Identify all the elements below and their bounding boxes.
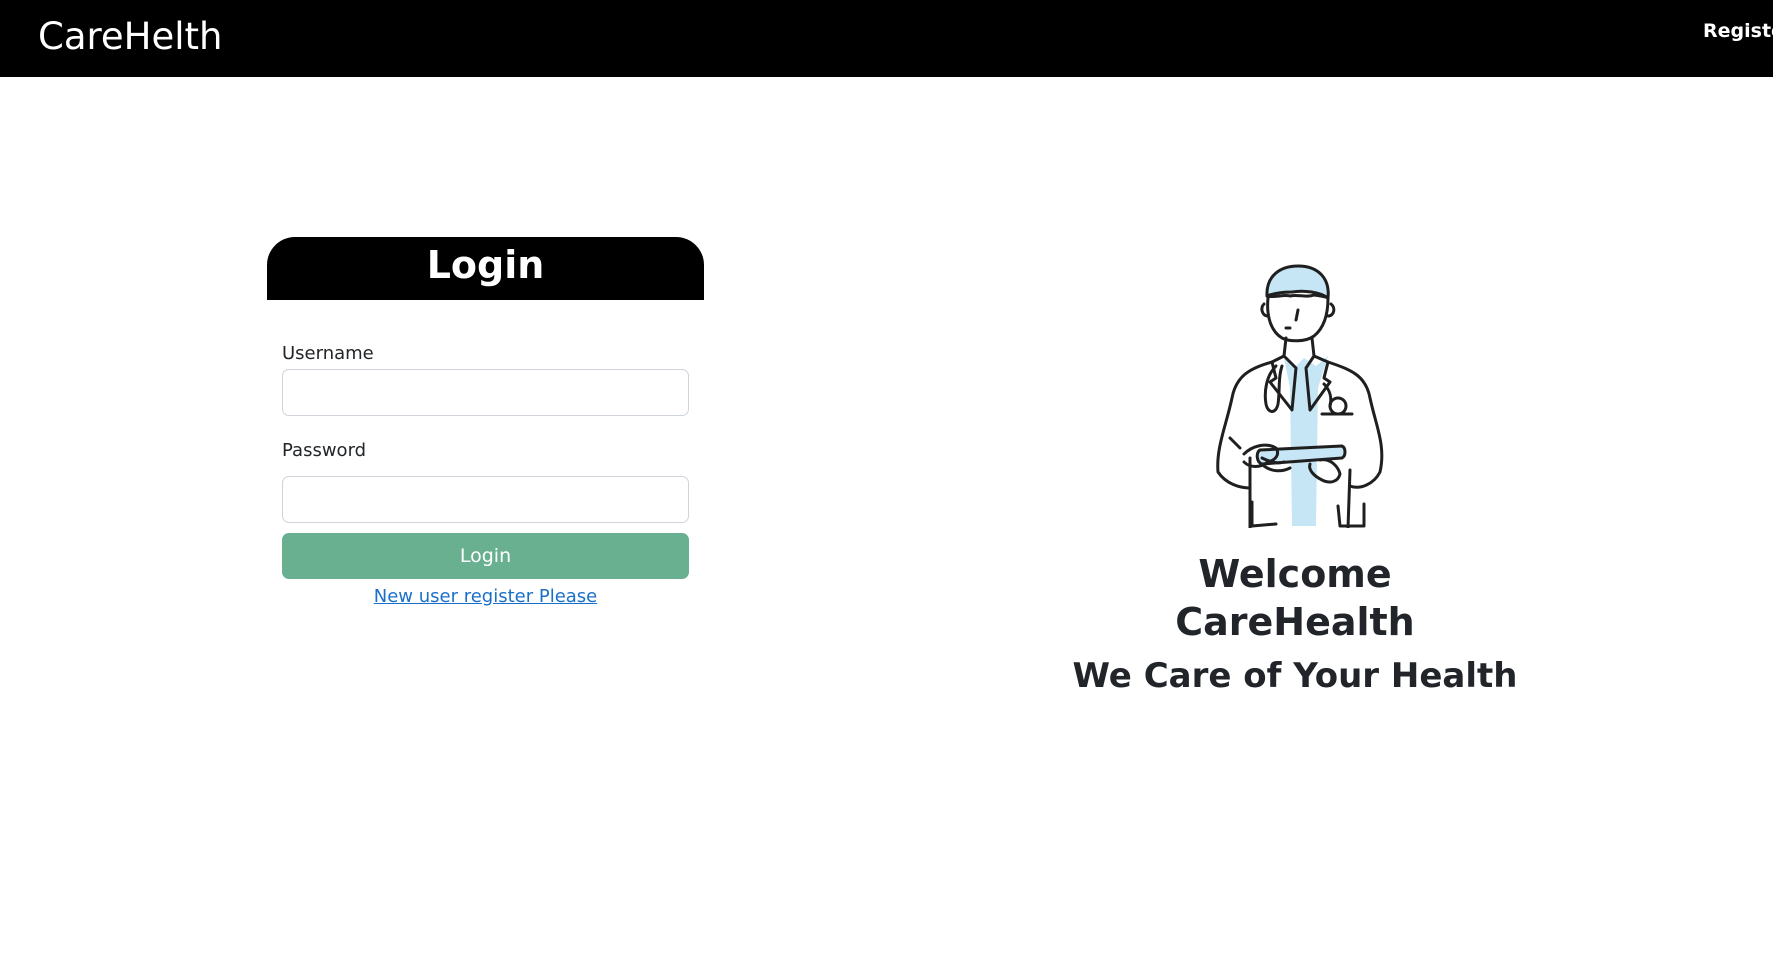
password-input[interactable] — [282, 476, 689, 523]
welcome-heading-line-2: CareHealth — [1175, 600, 1415, 644]
doctor-illustration — [1216, 264, 1384, 528]
tagline: We Care of Your Health — [1072, 656, 1518, 696]
top-navbar: CareHelth Register — [0, 0, 1773, 77]
login-button[interactable]: Login — [282, 533, 689, 579]
new-user-register-link[interactable]: New user register Please — [282, 585, 689, 609]
doctor-head — [1266, 296, 1330, 343]
username-label: Username — [282, 343, 374, 364]
username-input[interactable] — [282, 369, 689, 416]
surgical-cap — [1265, 264, 1330, 300]
brand-logo-text[interactable]: CareHelth — [38, 14, 223, 60]
welcome-heading-line-1: Welcome — [1198, 552, 1392, 596]
login-title: Login — [426, 243, 545, 287]
password-label: Password — [282, 440, 367, 461]
login-card-header: Login — [267, 237, 704, 300]
nav-register-link[interactable]: Register — [1703, 18, 1773, 44]
lab-coat-left — [1216, 360, 1274, 490]
